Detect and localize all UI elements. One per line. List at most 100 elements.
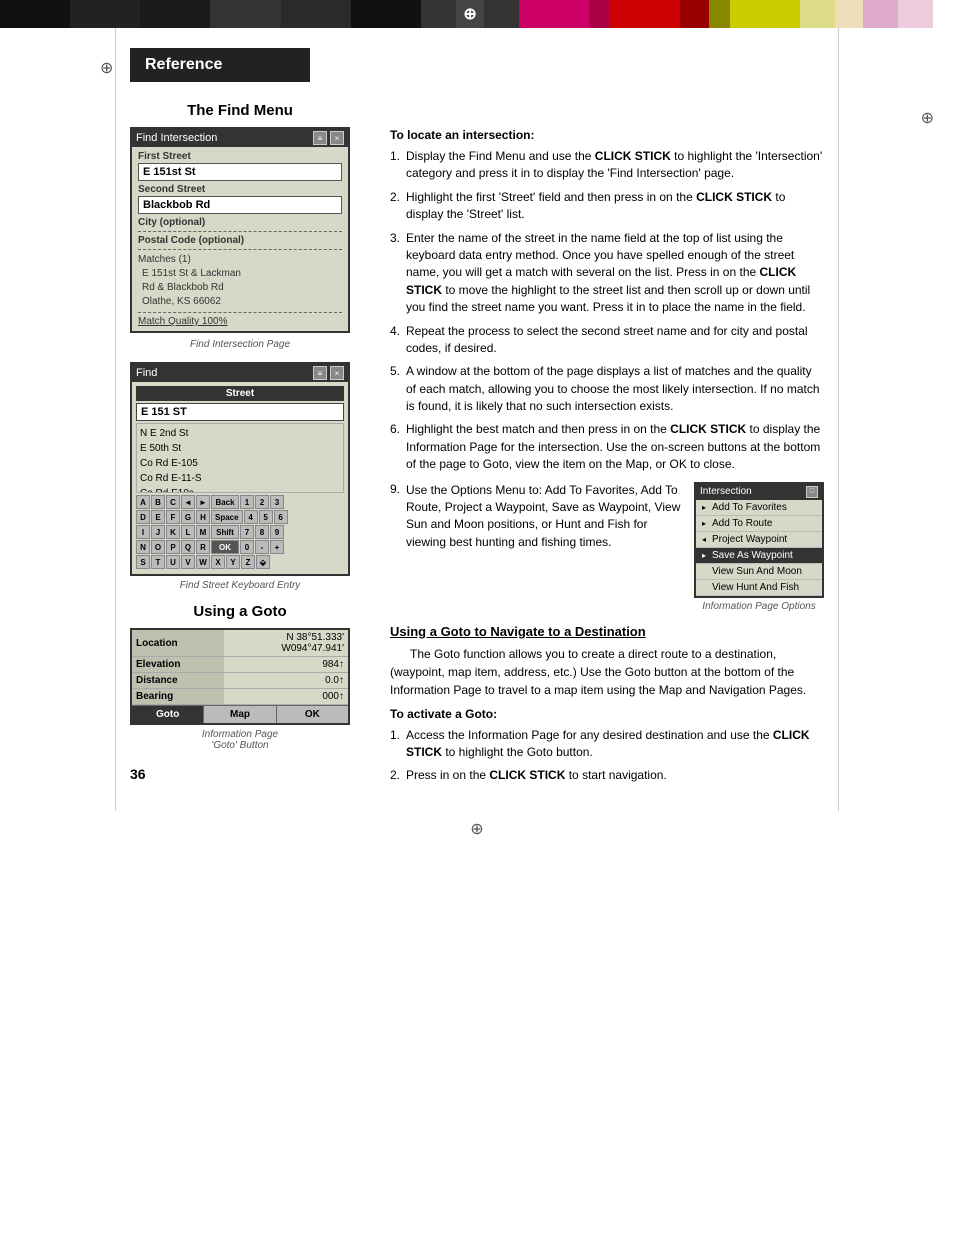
step-9-row: 9. Use the Options Menu to: Add To Favor… xyxy=(390,482,682,552)
street-menu-icon[interactable]: ≡ xyxy=(313,366,327,380)
locate-intersection-title: To locate an intersection: xyxy=(390,128,824,142)
goto-button[interactable]: Goto xyxy=(132,706,204,723)
key-F[interactable]: F xyxy=(166,510,180,524)
key-L[interactable]: L xyxy=(181,525,195,539)
second-street-field[interactable]: Blackbob Rd xyxy=(138,196,342,214)
goto-row-bearing: Bearing 000↑ xyxy=(132,689,348,705)
key-R[interactable]: R xyxy=(196,540,210,554)
key-H[interactable]: H xyxy=(196,510,210,524)
key-special[interactable]: ⬙ xyxy=(256,555,270,569)
key-Y[interactable]: Y xyxy=(226,555,240,569)
ok-button[interactable]: OK xyxy=(277,706,348,723)
find-street-caption: Find Street Keyboard Entry xyxy=(130,580,350,591)
reference-label: Reference xyxy=(145,56,222,73)
find-street-title: Find xyxy=(136,367,157,379)
street-input-field[interactable]: E 151 ST xyxy=(136,403,344,421)
key-S[interactable]: S xyxy=(136,555,150,569)
key-minus[interactable]: - xyxy=(255,540,269,554)
key-I[interactable]: I xyxy=(136,525,150,539)
key-C[interactable]: C xyxy=(166,495,180,509)
left-sidebar: ⊕ Reference The Find Menu Find Intersect… xyxy=(0,28,370,811)
key-N[interactable]: N xyxy=(136,540,150,554)
key-5[interactable]: 5 xyxy=(259,510,273,524)
key-9[interactable]: 9 xyxy=(270,525,284,539)
find-street-title-bar: Find ≡ × xyxy=(132,364,348,382)
intersection-item-favorites[interactable]: ▸Add To Favorites xyxy=(696,500,822,516)
menu-icon[interactable]: ≡ xyxy=(313,131,327,145)
key-4[interactable]: 4 xyxy=(244,510,258,524)
key-W[interactable]: W xyxy=(196,555,210,569)
street-list-item[interactable]: Co Rd E10s xyxy=(137,486,343,493)
key-plus[interactable]: + xyxy=(270,540,284,554)
key-O[interactable]: O xyxy=(151,540,165,554)
key-6[interactable]: 6 xyxy=(274,510,288,524)
key-shift[interactable]: Shift xyxy=(211,525,239,539)
key-G[interactable]: G xyxy=(181,510,195,524)
key-T[interactable]: T xyxy=(151,555,165,569)
first-street-label: First Street xyxy=(138,151,342,162)
step-9-wrapper: 9. Use the Options Menu to: Add To Favor… xyxy=(390,482,682,612)
key-7[interactable]: 7 xyxy=(240,525,254,539)
matches-label: Matches (1) xyxy=(138,253,342,267)
key-left-arrow[interactable]: ◄ xyxy=(181,495,195,509)
intersection-menu-icon[interactable]: □ xyxy=(806,486,818,498)
key-1[interactable]: 1 xyxy=(240,495,254,509)
using-goto-title: Using a Goto xyxy=(130,603,350,620)
key-2[interactable]: 2 xyxy=(255,495,269,509)
street-list-item[interactable]: N E 2nd St xyxy=(137,426,343,441)
key-U[interactable]: U xyxy=(166,555,180,569)
step-9-text: Use the Options Menu to: Add To Favorite… xyxy=(406,482,682,552)
key-M[interactable]: M xyxy=(196,525,210,539)
key-right-arrow[interactable]: ► xyxy=(196,495,210,509)
find-intersection-screen: Find Intersection ≡ × First Street E 151… xyxy=(130,127,350,333)
step-2-num: 2. xyxy=(390,189,406,224)
intersection-item-route[interactable]: ▸Add To Route xyxy=(696,516,822,532)
key-A[interactable]: A xyxy=(136,495,150,509)
activate-goto-title: To activate a Goto: xyxy=(390,707,824,721)
matches-value: E 151st St & LackmanRd & Blackbob RdOlat… xyxy=(142,267,342,309)
key-8[interactable]: 8 xyxy=(255,525,269,539)
item-dot: ▸ xyxy=(702,519,710,528)
key-X[interactable]: X xyxy=(211,555,225,569)
step-1-text: Display the Find Menu and use the CLICK … xyxy=(406,148,824,183)
close-icon[interactable]: × xyxy=(330,131,344,145)
step-6: 6. Highlight the best match and then pre… xyxy=(390,421,824,473)
left-crosshair-mark: ⊕ xyxy=(100,58,113,78)
key-P[interactable]: P xyxy=(166,540,180,554)
activate-step-2-num: 2. xyxy=(390,767,406,784)
key-back[interactable]: Back xyxy=(211,495,239,509)
intersection-item-sun-moon[interactable]: View Sun And Moon xyxy=(696,564,822,580)
key-ok[interactable]: OK xyxy=(211,540,239,554)
street-list-item[interactable]: E 50th St xyxy=(137,441,343,456)
key-Q[interactable]: Q xyxy=(181,540,195,554)
keyboard-rows: A B C ◄ ► Back 1 2 3 D E F G xyxy=(136,495,344,569)
intersection-item-waypoint[interactable]: ◂Project Waypoint xyxy=(696,532,822,548)
top-color-bar: ⊕ xyxy=(0,0,954,28)
key-3[interactable]: 3 xyxy=(270,495,284,509)
street-list[interactable]: N E 2nd St E 50th St Co Rd E-105 Co Rd E… xyxy=(136,423,344,493)
reference-box: Reference xyxy=(130,48,310,82)
key-D[interactable]: D xyxy=(136,510,150,524)
key-B[interactable]: B xyxy=(151,495,165,509)
first-street-field[interactable]: E 151st St xyxy=(138,163,342,181)
intersection-item-save[interactable]: ▸Save As Waypoint xyxy=(696,548,822,564)
page-number: 36 xyxy=(130,766,350,782)
key-K[interactable]: K xyxy=(166,525,180,539)
street-list-item[interactable]: Co Rd E-11-S xyxy=(137,471,343,486)
street-close-icon[interactable]: × xyxy=(330,366,344,380)
map-button[interactable]: Map xyxy=(204,706,276,723)
key-V[interactable]: V xyxy=(181,555,195,569)
item-dot: ▸ xyxy=(702,503,710,512)
second-street-label: Second Street xyxy=(138,184,342,195)
key-0[interactable]: 0 xyxy=(240,540,254,554)
key-Z[interactable]: Z xyxy=(241,555,255,569)
step-3-num: 3. xyxy=(390,230,406,317)
intersection-item-hunt-fish[interactable]: View Hunt And Fish xyxy=(696,580,822,596)
find-street-caption-text: Find Street Keyboard Entry xyxy=(180,580,301,591)
street-list-item[interactable]: Co Rd E-105 xyxy=(137,456,343,471)
key-E[interactable]: E xyxy=(151,510,165,524)
find-intersection-title-bar: Find Intersection ≡ × xyxy=(132,129,348,147)
step-1-num: 1. xyxy=(390,148,406,183)
key-J[interactable]: J xyxy=(151,525,165,539)
key-space[interactable]: Space xyxy=(211,510,243,524)
